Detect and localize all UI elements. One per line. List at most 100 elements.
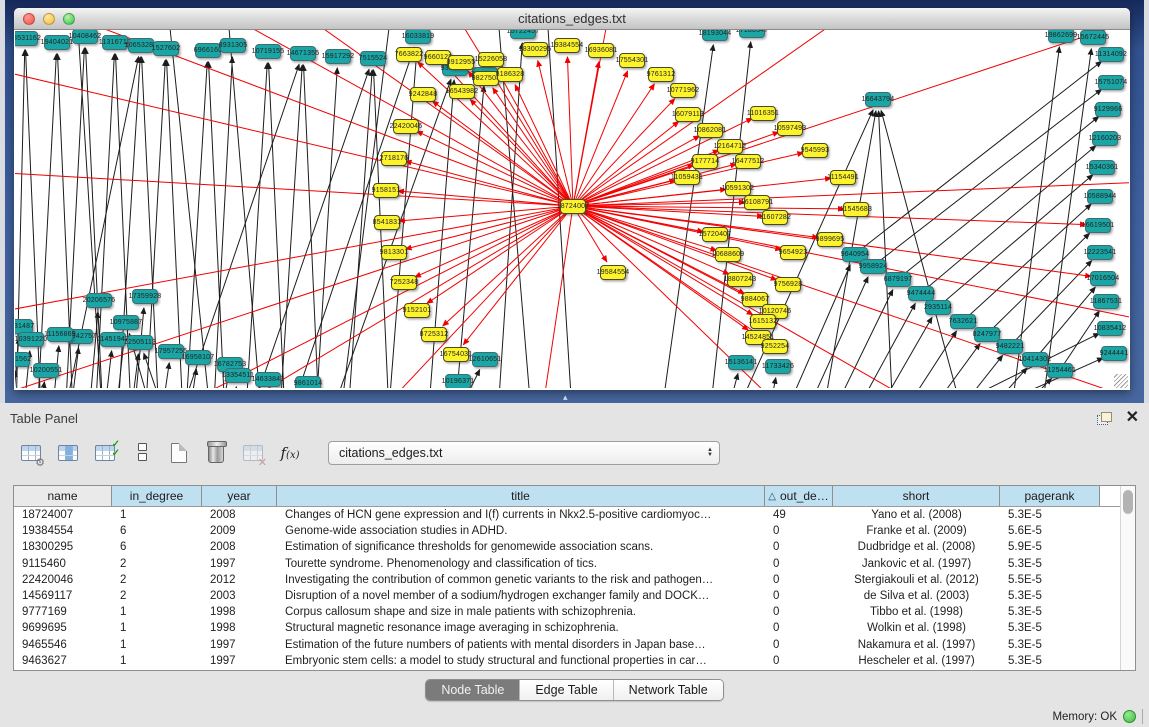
node-2935114[interactable]: 2935114 xyxy=(925,300,951,315)
column-header-title[interactable]: title xyxy=(277,486,765,506)
table-row[interactable]: 946554611997Estimation of the future num… xyxy=(14,637,1120,653)
node-9252254[interactable]: 9252254 xyxy=(762,339,788,354)
node-10408462[interactable]: 10408462 xyxy=(72,30,98,44)
table-row[interactable]: 969969511998Structural magnetic resonanc… xyxy=(14,620,1120,636)
delete-table-icon[interactable]: ✕ xyxy=(240,440,266,466)
node-17180547[interactable]: 17180547 xyxy=(739,30,765,38)
node-12160203[interactable]: 12160203 xyxy=(1092,131,1118,146)
node-16754031[interactable]: 16754031 xyxy=(443,347,469,362)
node-12223541[interactable]: 12223541 xyxy=(1087,245,1113,260)
node-9813301[interactable]: 9813301 xyxy=(381,245,407,260)
node-8541831[interactable]: 8541831 xyxy=(374,215,400,230)
node-11059431[interactable]: 11059431 xyxy=(674,170,700,185)
node-8912955[interactable]: 8912955 xyxy=(448,55,474,70)
node-9129966[interactable]: 9129966 xyxy=(1095,102,1121,117)
node-16477512[interactable]: 16477512 xyxy=(735,154,761,169)
node-11314092[interactable]: 11314092 xyxy=(1098,47,1124,62)
node-22420046[interactable]: 22420046 xyxy=(393,119,419,134)
node-9545993[interactable]: 9545993 xyxy=(802,143,828,158)
node-16619501[interactable]: 16619501 xyxy=(1085,218,1111,233)
node-8247977[interactable]: 8247977 xyxy=(974,327,1000,342)
float-panel-icon[interactable] xyxy=(1097,412,1112,425)
node-1615132[interactable]: 1615132 xyxy=(750,314,776,329)
tab-node-table[interactable]: Node Table xyxy=(426,680,520,700)
node-10771962[interactable]: 10771962 xyxy=(670,83,696,98)
node-11451947[interactable]: 11451947 xyxy=(100,332,126,347)
node-8931305[interactable]: 8931305 xyxy=(220,38,246,53)
node-9861014[interactable]: 9861014 xyxy=(295,376,321,388)
node-10653287[interactable]: 10653287 xyxy=(128,38,154,53)
node-19862699[interactable]: 19862699 xyxy=(1048,30,1074,43)
select-columns-icon[interactable]: ✓✓ xyxy=(92,440,118,466)
node-9177714[interactable]: 9177714 xyxy=(692,154,718,169)
node-15340361[interactable]: 15340361 xyxy=(1089,160,1115,175)
node-10597493[interactable]: 10597493 xyxy=(777,121,803,136)
node-18531162[interactable]: 18531162 xyxy=(15,31,38,46)
table-scrollbar[interactable] xyxy=(1120,486,1135,670)
node-12610651[interactable]: 12610651 xyxy=(472,352,498,367)
table-row[interactable]: 1830029562008Estimation of significance … xyxy=(14,539,1120,555)
memory-ok-icon[interactable] xyxy=(1123,710,1136,723)
node-9899695[interactable]: 9899695 xyxy=(817,232,843,247)
node-15917292[interactable]: 15917292 xyxy=(325,49,351,64)
node-10975887[interactable]: 10975887 xyxy=(113,315,139,330)
node-15720407[interactable]: 15720407 xyxy=(702,227,728,242)
node-11154491[interactable]: 11154491 xyxy=(830,170,856,185)
node-9244441[interactable]: 9244441 xyxy=(1101,346,1127,361)
node-10588944[interactable]: 10588944 xyxy=(1087,189,1113,204)
node-17359928[interactable]: 17359928 xyxy=(132,289,158,304)
node-10835412[interactable]: 10835412 xyxy=(1097,321,1123,336)
node-7515524[interactable]: 7515524 xyxy=(360,51,386,66)
node-7663822[interactable]: 7663822 xyxy=(396,47,422,62)
node-10688609[interactable]: 10688609 xyxy=(715,247,741,262)
hub-node-18724007[interactable]: 18724007 xyxy=(560,199,586,214)
table-row[interactable]: 1938455462009Genome-wide association stu… xyxy=(14,523,1120,539)
node-11254461[interactable]: 11254461 xyxy=(1047,363,1073,378)
function-builder-icon[interactable]: f(x) xyxy=(277,440,303,466)
tab-edge-table[interactable]: Edge Table xyxy=(520,680,613,700)
node-9242848[interactable]: 9242848 xyxy=(410,87,436,102)
node-20206576[interactable]: 20206576 xyxy=(86,293,112,308)
window-resize-grip[interactable] xyxy=(1114,374,1128,388)
node-7252348[interactable]: 7252348 xyxy=(391,275,417,290)
delete-column-icon[interactable] xyxy=(203,440,229,466)
node-11867531[interactable]: 11867531 xyxy=(1093,294,1119,309)
node-13354511[interactable]: 13354511 xyxy=(225,368,251,383)
node-19584554[interactable]: 19584554 xyxy=(600,265,626,280)
node-8725312[interactable]: 8725312 xyxy=(421,327,447,342)
node-16033819[interactable]: 16033819 xyxy=(405,30,431,44)
column-header-out_de[interactable]: △out_de… xyxy=(765,486,833,506)
node-9654923[interactable]: 9654923 xyxy=(780,245,806,260)
node-15722457[interactable]: 15722457 xyxy=(510,30,536,39)
network-canvas[interactable]: 1872400718531162194040211040846211316712… xyxy=(15,30,1129,388)
node-18193044[interactable]: 18193044 xyxy=(702,30,728,41)
node-15136141[interactable]: 15136141 xyxy=(728,355,754,370)
node-12505113[interactable]: 12505113 xyxy=(127,335,153,350)
node-10862081[interactable]: 10862081 xyxy=(697,123,723,138)
table-row[interactable]: 911546021997Tourette syndrome. Phenomeno… xyxy=(14,556,1120,572)
show-columns-icon[interactable] xyxy=(55,440,81,466)
zoom-window-icon[interactable] xyxy=(63,13,75,25)
node-16958107[interactable]: 16958107 xyxy=(185,350,211,365)
node-16643794[interactable]: 16643794 xyxy=(865,92,891,107)
node-16936081[interactable]: 16936081 xyxy=(588,43,614,58)
column-header-in_degree[interactable]: in_degree xyxy=(112,486,202,506)
panel-divider-handle[interactable]: ▴ xyxy=(563,392,568,403)
table-row[interactable]: 1456911722003Disruption of a novel membe… xyxy=(14,588,1120,604)
node-9482221[interactable]: 9482221 xyxy=(997,339,1023,354)
node-15226058[interactable]: 15226058 xyxy=(478,52,504,67)
node-11607282[interactable]: 11607282 xyxy=(762,210,788,225)
node-9958924[interactable]: 9958924 xyxy=(860,259,886,274)
table-mode-icon[interactable]: ⚙ xyxy=(18,440,44,466)
tab-network-table[interactable]: Network Table xyxy=(614,680,723,700)
column-header-name[interactable]: name xyxy=(14,486,112,506)
node-16108791[interactable]: 16108791 xyxy=(744,195,770,210)
node-15672445[interactable]: 15672445 xyxy=(1080,30,1106,45)
node-10591302[interactable]: 10591302 xyxy=(725,181,751,196)
select-rows-icon[interactable] xyxy=(129,440,155,466)
table-row[interactable]: 977716911998Corpus callosum shape and si… xyxy=(14,604,1120,620)
node-17016504[interactable]: 17016504 xyxy=(1090,271,1116,286)
node-9474444[interactable]: 9474444 xyxy=(908,286,934,301)
node-9761312[interactable]: 9761312 xyxy=(648,67,674,82)
table-select-dropdown[interactable]: citations_edges.txt ▲▼ xyxy=(328,441,720,465)
